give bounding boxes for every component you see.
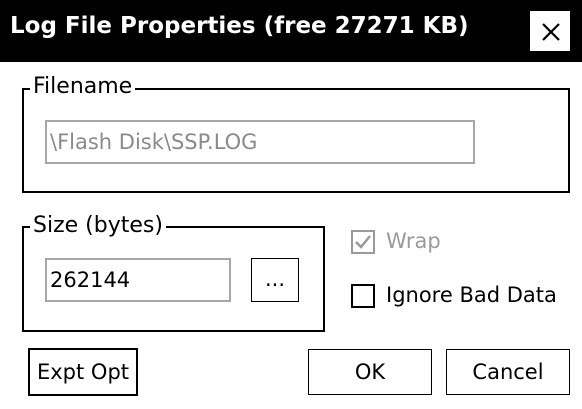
ignore-bad-data-label: Ignore Bad Data [386,283,557,307]
expt-opt-button[interactable]: Expt Opt [28,348,138,396]
filename-legend: Filename [30,74,136,100]
wrap-checkbox[interactable] [351,230,375,254]
wrap-label: Wrap [386,229,441,253]
browse-button-label: ... [264,267,286,291]
ignore-bad-data-checkbox[interactable] [351,284,375,308]
cancel-button[interactable]: Cancel [446,349,570,395]
ok-label: OK [354,360,386,384]
filename-field[interactable]: \Flash Disk\SSP.LOG [45,120,475,164]
window-title: Log File Properties (free 27271 KB) [10,13,469,39]
title-bar[interactable]: Log File Properties (free 27271 KB) [0,0,582,62]
close-button[interactable] [530,11,570,51]
expt-opt-label: Expt Opt [36,360,130,384]
cancel-label: Cancel [472,360,544,384]
size-input[interactable]: 262144 [45,258,231,302]
browse-button[interactable]: ... [251,258,299,302]
ok-button[interactable]: OK [308,349,432,395]
checkmark-icon [355,235,371,249]
close-icon [542,23,560,41]
size-legend: Size (bytes) [30,213,166,239]
